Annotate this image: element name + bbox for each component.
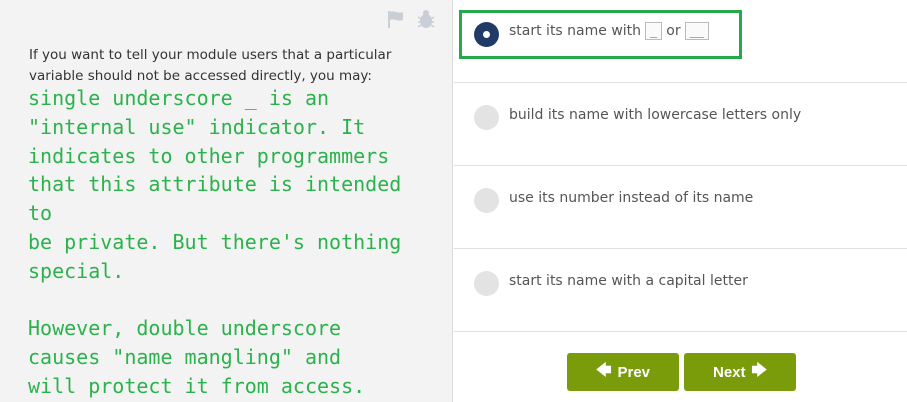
answer-text: use its number instead of its name xyxy=(509,190,754,206)
arrow-left-icon: 🡄 xyxy=(595,361,612,379)
question-panel: If you want to tell your module users th… xyxy=(0,0,453,402)
answer-option-4[interactable]: start its name with a capital letter xyxy=(454,249,907,332)
selection-highlight-box xyxy=(459,10,742,59)
answer-text: build its name with lowercase letters on… xyxy=(509,107,802,123)
answer-text: start its name with a capital letter xyxy=(509,273,748,289)
bug-icon[interactable] xyxy=(415,9,437,29)
flag-icon[interactable] xyxy=(385,9,407,29)
answer-option-2[interactable]: build its name with lowercase letters on… xyxy=(454,83,907,166)
radio-button[interactable] xyxy=(474,188,499,213)
answer-option-3[interactable]: use its number instead of its name xyxy=(454,166,907,249)
next-button[interactable]: Next 🡆 xyxy=(684,353,796,391)
prev-label: Prev xyxy=(617,363,651,381)
radio-button[interactable] xyxy=(474,105,499,130)
prev-button[interactable]: 🡄 Prev xyxy=(567,353,679,391)
arrow-right-icon: 🡆 xyxy=(751,361,768,379)
answers-panel: start its name with _ or __ build its na… xyxy=(454,0,907,402)
next-label: Next xyxy=(712,363,746,381)
radio-button[interactable] xyxy=(474,271,499,296)
question-toolbar xyxy=(385,9,437,29)
annotation-note: single underscore _ is an "internal use"… xyxy=(28,86,402,398)
question-text: If you want to tell your module users th… xyxy=(29,47,392,84)
